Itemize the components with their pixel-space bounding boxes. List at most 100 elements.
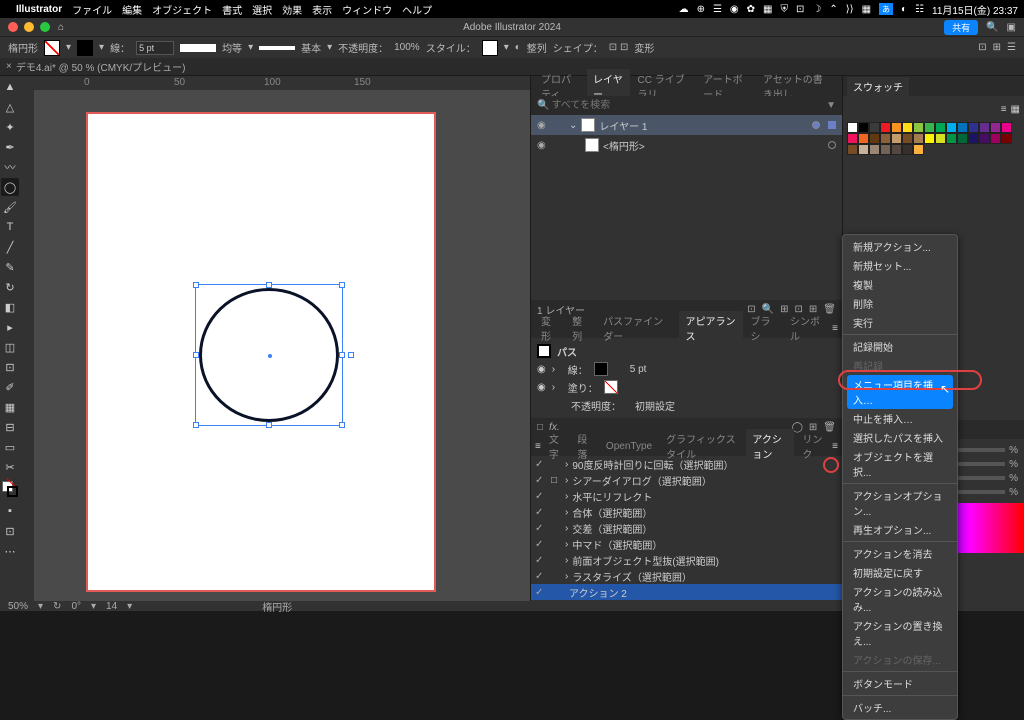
align-label[interactable]: 整列: [527, 40, 547, 55]
stroke-swatch[interactable]: [594, 362, 608, 376]
brush-profile[interactable]: [259, 46, 295, 50]
swatch-item[interactable]: [935, 122, 946, 133]
status-icon[interactable]: ◉: [730, 4, 739, 15]
list-view-icon[interactable]: ≡: [1001, 104, 1007, 115]
eyedropper-tool[interactable]: ✐: [1, 378, 19, 396]
menu-help[interactable]: ヘルプ: [402, 2, 432, 17]
stroke-profile[interactable]: [180, 44, 216, 52]
panel-menu-icon[interactable]: ≡: [832, 441, 838, 452]
chevron-down-icon[interactable]: ▾: [99, 42, 104, 53]
rotation-value[interactable]: 0°: [71, 601, 81, 612]
gradient-tool[interactable]: ▦: [1, 398, 19, 416]
pie-handle[interactable]: [348, 352, 354, 358]
fill-swatch[interactable]: [604, 380, 618, 394]
swatch-item[interactable]: [880, 133, 891, 144]
panel-menu-icon[interactable]: ☰: [1007, 42, 1016, 53]
layer-search-input[interactable]: [549, 98, 826, 113]
swatch-item[interactable]: [946, 133, 957, 144]
action-item[interactable]: ✓アクション 2: [531, 584, 842, 600]
menu-action-options[interactable]: アクションオプション...: [843, 486, 957, 520]
stroke-swatch[interactable]: [77, 40, 93, 56]
canvas[interactable]: 0 50 100 150: [20, 76, 530, 601]
color-mode[interactable]: ▪: [1, 502, 19, 520]
menu-reset-actions[interactable]: 初期設定に戻す: [843, 563, 957, 582]
swatch-item[interactable]: [880, 144, 891, 155]
pen-tool[interactable]: ✒: [1, 138, 19, 156]
grid-view-icon[interactable]: ▦: [1011, 104, 1020, 115]
target-icon[interactable]: [828, 141, 836, 149]
menu-insert-selected-path[interactable]: 選択したパスを挿入: [843, 428, 957, 447]
disclosure-icon[interactable]: ⌄: [569, 120, 577, 131]
siri-icon[interactable]: ◐: [901, 4, 907, 15]
selection-tool[interactable]: ▲: [1, 78, 19, 96]
shape-opts-icon[interactable]: ⊡ ⊡: [609, 42, 629, 53]
resize-handle[interactable]: [193, 352, 199, 358]
swatch-item[interactable]: [924, 133, 935, 144]
swatch-item[interactable]: [979, 122, 990, 133]
menu-edit[interactable]: 編集: [122, 2, 142, 17]
close-tab-icon[interactable]: ×: [6, 61, 12, 72]
document-tab[interactable]: デモ4.ai* @ 50 % (CMYK/プレビュー): [16, 59, 186, 74]
filter-icon[interactable]: ▼: [826, 100, 836, 111]
transform-label[interactable]: 変形: [634, 40, 654, 55]
visibility-icon[interactable]: ◉: [537, 140, 549, 151]
isolate-icon[interactable]: ⊡: [978, 42, 986, 53]
action-item[interactable]: ✓›交差（選択範囲）: [531, 520, 842, 536]
action-item[interactable]: ✓›前面オブジェクト型抜(選択範囲): [531, 552, 842, 568]
action-item[interactable]: ✓□›シアーダイアログ（選択範囲）: [531, 472, 842, 488]
swatch-item[interactable]: [957, 133, 968, 144]
status-icon[interactable]: ⊕: [697, 4, 705, 15]
menu-new-action[interactable]: 新規アクション...: [843, 237, 957, 256]
selection-bounding-box[interactable]: [195, 284, 343, 426]
swatch-item[interactable]: [891, 133, 902, 144]
close-window-icon[interactable]: [8, 22, 18, 32]
swatch-item[interactable]: [924, 122, 935, 133]
scale-tool[interactable]: ◫: [1, 338, 19, 356]
chevron-down-icon[interactable]: ▾: [504, 42, 509, 53]
app-name[interactable]: Illustrator: [16, 4, 62, 15]
swatch-item[interactable]: [891, 144, 902, 155]
chevron-down-icon[interactable]: ▾: [327, 42, 332, 53]
shaper-tool[interactable]: ✎: [1, 258, 19, 276]
eraser-tool[interactable]: ◧: [1, 298, 19, 316]
menu-insert-stop[interactable]: 中止を挿入…: [843, 409, 957, 428]
artboard-nav[interactable]: 14: [106, 601, 117, 612]
status-icon[interactable]: ⊡: [796, 4, 804, 15]
swatch-item[interactable]: [902, 133, 913, 144]
resize-handle[interactable]: [266, 282, 272, 288]
menu-effect[interactable]: 効果: [282, 2, 302, 17]
maximize-window-icon[interactable]: [40, 22, 50, 32]
tab-opentype[interactable]: OpenType: [600, 439, 658, 454]
mask-icon[interactable]: ⊞: [993, 42, 1001, 53]
opacity-value[interactable]: 初期設定: [635, 398, 675, 413]
swatch-item[interactable]: [880, 122, 891, 133]
rotate-icon[interactable]: ↻: [53, 601, 61, 612]
swatch-item[interactable]: [858, 122, 869, 133]
menu-button-mode[interactable]: ボタンモード: [843, 674, 957, 693]
swatch-item[interactable]: [858, 133, 869, 144]
swatch-item[interactable]: [902, 122, 913, 133]
target-icon[interactable]: [812, 121, 820, 129]
menu-clear-actions[interactable]: アクションを消去: [843, 544, 957, 563]
status-icon[interactable]: ☰: [713, 4, 722, 15]
arrange-icon[interactable]: ▣: [1007, 22, 1016, 33]
swatch-item[interactable]: [946, 122, 957, 133]
minimize-window-icon[interactable]: [24, 22, 34, 32]
menu-batch[interactable]: バッチ...: [843, 698, 957, 717]
resize-handle[interactable]: [193, 422, 199, 428]
magic-wand-tool[interactable]: ✦: [1, 118, 19, 136]
menu-view[interactable]: 表示: [312, 2, 332, 17]
visibility-icon[interactable]: ◉: [537, 382, 546, 393]
menu-file[interactable]: ファイル: [72, 2, 112, 17]
status-icon[interactable]: ✿: [747, 4, 755, 15]
slice-tool[interactable]: ✂: [1, 458, 19, 476]
menu-playback-options[interactable]: 再生オプション...: [843, 520, 957, 539]
swatch-item[interactable]: [979, 133, 990, 144]
menu-type[interactable]: 書式: [222, 2, 242, 17]
fill-swatch[interactable]: [44, 40, 60, 56]
stroke-width-input[interactable]: [136, 41, 174, 55]
menu-duplicate[interactable]: 複製: [843, 275, 957, 294]
layer-name[interactable]: レイヤー 1: [599, 118, 647, 133]
direct-selection-tool[interactable]: △: [1, 98, 19, 116]
chevron-down-icon[interactable]: ▾: [38, 601, 43, 612]
